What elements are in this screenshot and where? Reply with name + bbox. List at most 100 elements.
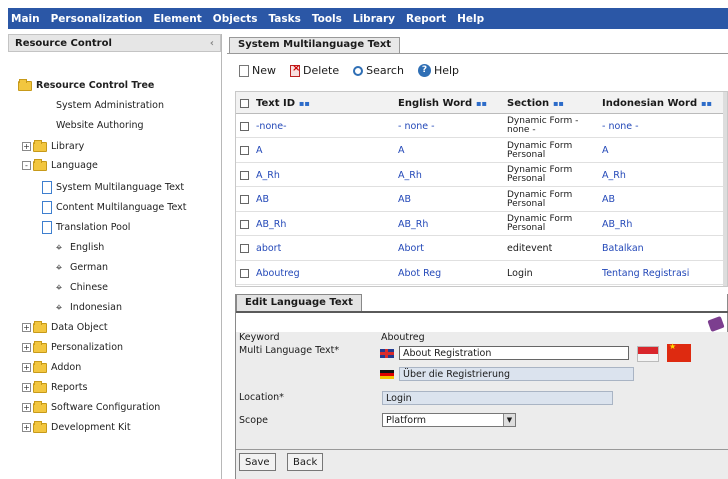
column-text-id[interactable]: Text ID ▪▪ <box>256 92 310 114</box>
tree-item-addon[interactable]: + Addon <box>22 360 81 373</box>
cell-ind[interactable]: - none - <box>602 121 639 132</box>
sort-icon[interactable]: ▪▪ <box>553 99 564 108</box>
cell-id[interactable]: abort <box>256 243 281 254</box>
expand-icon[interactable]: + <box>22 423 31 432</box>
row-checkbox[interactable] <box>240 170 249 180</box>
tree-item-chinese[interactable]: ⌖ Chinese <box>52 281 108 294</box>
cell-id[interactable]: A <box>256 145 263 156</box>
cell-ind[interactable]: Tentang Registrasi <box>602 268 689 279</box>
cell-ind[interactable]: AB_Rh <box>602 219 632 230</box>
row-checkbox[interactable] <box>240 195 249 204</box>
row-checkbox[interactable] <box>240 146 249 155</box>
cell-ind[interactable]: A <box>602 145 609 156</box>
tree-item-personalization[interactable]: + Personalization <box>22 340 123 353</box>
expand-icon[interactable]: + <box>22 403 31 412</box>
cell-en[interactable]: Abort <box>398 243 424 254</box>
expand-icon[interactable]: + <box>22 142 31 151</box>
menu-item-report[interactable]: Report <box>406 13 446 25</box>
table-row[interactable]: abort Abort editevent Batalkan <box>236 237 727 261</box>
menu-item-objects[interactable]: Objects <box>213 13 258 25</box>
menu-item-help[interactable]: Help <box>457 13 484 25</box>
table-row[interactable]: Aboutreg Abot Reg Login Tentang Registrasi <box>236 261 727 285</box>
sort-icon[interactable]: ▪▪ <box>701 99 712 108</box>
sort-icon[interactable]: ▪▪ <box>299 99 310 108</box>
expand-icon[interactable]: + <box>22 363 31 372</box>
cell-ind[interactable]: A_Rh <box>602 170 626 181</box>
sort-icon[interactable]: ▪▪ <box>476 99 487 108</box>
table-row[interactable]: A A Dynamic Form Personal A <box>236 139 727 163</box>
row-checkbox[interactable] <box>240 244 249 253</box>
cell-en[interactable]: Abot Reg <box>398 268 441 279</box>
select-all-checkbox[interactable] <box>240 98 249 108</box>
chevron-down-icon[interactable]: ▼ <box>503 414 515 426</box>
tree-item-data-object[interactable]: + Data Object <box>22 320 108 333</box>
tree-item-system-administration[interactable]: System Administration <box>52 100 164 111</box>
tab-edit-language-text[interactable]: Edit Language Text <box>236 294 362 311</box>
table-row[interactable]: AB AB Dynamic Form Personal AB <box>236 188 727 212</box>
cell-id[interactable]: AB_Rh <box>256 219 286 230</box>
china-flag-icon[interactable] <box>667 342 691 362</box>
tree-item-content-multilanguage-text[interactable]: Content Multilanguage Text <box>42 201 187 214</box>
tree-item-library[interactable]: + Library <box>22 139 84 152</box>
menu-item-library[interactable]: Library <box>353 13 395 25</box>
tab-system-multilanguage-text[interactable]: System Multilanguage Text <box>229 37 401 53</box>
tree-item-translation-pool[interactable]: Translation Pool <box>42 221 130 234</box>
cell-en[interactable]: - none - <box>398 121 435 132</box>
cell-en[interactable]: A_Rh <box>398 170 422 181</box>
collapse-icon[interactable]: ‹ <box>210 38 214 49</box>
tree-item-development-kit[interactable]: + Development Kit <box>22 420 131 433</box>
column-section[interactable]: Section ▪▪ <box>507 92 564 114</box>
delete-button[interactable]: Delete <box>290 63 339 77</box>
cell-id[interactable]: -none- <box>256 121 287 132</box>
globe-icon: ⌖ <box>55 241 63 254</box>
menu-item-tasks[interactable]: Tasks <box>268 13 300 25</box>
expand-icon[interactable]: + <box>22 343 31 352</box>
column-english-word[interactable]: English Word ▪▪ <box>398 92 487 114</box>
english-text-input[interactable]: About Registration <box>399 346 629 360</box>
scope-select[interactable]: Platform ▼ <box>382 413 516 427</box>
tree-item-english[interactable]: ⌖ English <box>52 241 104 254</box>
collapse-icon[interactable]: - <box>22 161 31 170</box>
cell-id[interactable]: Aboutreg <box>256 268 300 279</box>
cell-ind[interactable]: AB <box>602 194 615 205</box>
tree-item-german[interactable]: ⌖ German <box>52 261 108 274</box>
tree-item-reports[interactable]: + Reports <box>22 380 87 393</box>
back-button[interactable]: Back <box>287 453 324 471</box>
tree-item-language[interactable]: - Language <box>22 158 98 171</box>
tree-item-system-multilanguage-text[interactable]: System Multilanguage Text <box>42 181 184 194</box>
cell-id[interactable]: A_Rh <box>256 170 280 181</box>
table-row[interactable]: A_Rh A_Rh Dynamic Form Personal A_Rh <box>236 163 727 187</box>
expand-icon[interactable]: + <box>22 383 31 392</box>
tree-item-resource-control-tree[interactable]: Resource Control Tree <box>18 78 154 91</box>
table-scrollbar[interactable] <box>723 92 727 286</box>
tools-icon[interactable] <box>707 315 725 333</box>
cell-ind[interactable]: Batalkan <box>602 243 644 254</box>
search-button[interactable]: Search <box>353 64 404 77</box>
save-button[interactable]: Save <box>239 453 276 471</box>
menu-item-tools[interactable]: Tools <box>312 13 342 25</box>
german-text-input[interactable]: Über die Registrierung <box>399 367 634 381</box>
tree-item-software-configuration[interactable]: + Software Configuration <box>22 400 160 413</box>
table-row[interactable]: AB_Rh AB_Rh Dynamic Form Personal AB_Rh <box>236 212 727 236</box>
menu-item-personalization[interactable]: Personalization <box>51 13 143 25</box>
location-input[interactable]: Login <box>382 391 613 405</box>
help-button[interactable]: ? Help <box>417 64 459 77</box>
cell-en[interactable]: A <box>398 145 405 156</box>
cell-en[interactable]: AB_Rh <box>398 219 428 230</box>
cell-id[interactable]: AB <box>256 194 269 205</box>
tree-item-indonesian[interactable]: ⌖ Indonesian <box>52 301 122 314</box>
indonesia-flag-icon[interactable] <box>637 346 659 362</box>
menu-item-element[interactable]: Element <box>153 13 201 25</box>
column-indonesian-word[interactable]: Indonesian Word ▪▪ <box>602 92 712 114</box>
row-checkbox[interactable] <box>240 268 249 278</box>
delete-icon <box>290 63 300 77</box>
cell-en[interactable]: AB <box>398 194 411 205</box>
tree-item-website-authoring[interactable]: Website Authoring <box>52 120 144 131</box>
new-button[interactable]: New <box>239 64 276 77</box>
row-checkbox[interactable] <box>240 121 249 131</box>
expand-icon[interactable]: + <box>22 323 31 332</box>
table-row[interactable]: -none- - none - Dynamic Form - none - - non… <box>236 114 727 138</box>
row-checkbox[interactable] <box>240 219 249 229</box>
search-label: Search <box>366 64 404 77</box>
menu-item-main[interactable]: Main <box>11 13 40 25</box>
